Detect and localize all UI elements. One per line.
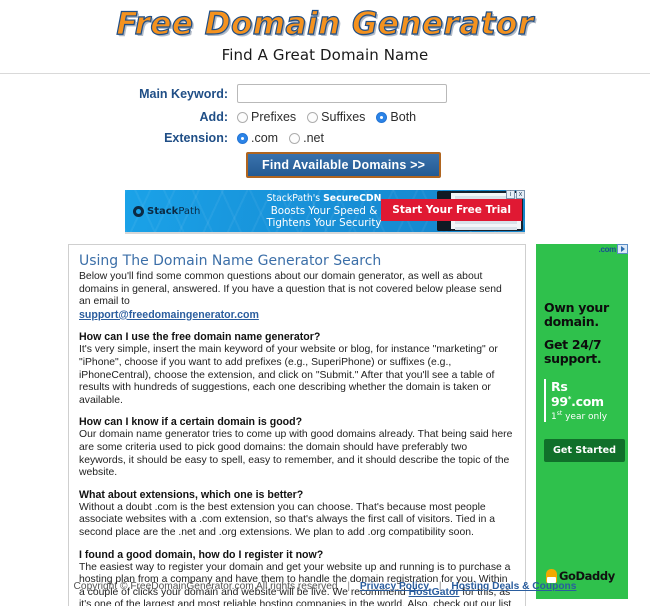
- banner-ad-line1-bold: SecureCDN: [323, 193, 382, 204]
- faq-question-1: How can I use the free domain name gener…: [79, 331, 321, 344]
- radio-option-both[interactable]: Both: [376, 110, 416, 124]
- radio-dot-prefixes-icon[interactable]: [237, 111, 248, 123]
- faq-question-3: What about extensions, which one is bett…: [79, 488, 304, 501]
- main-keyword-row: Main Keyword:: [0, 84, 650, 103]
- site-logo: Free Domain Generator: [116, 5, 534, 42]
- footer-sep-1: |: [347, 581, 351, 592]
- support-email-link[interactable]: support@freedomaingenerator.com: [79, 309, 259, 321]
- ad-info-icon[interactable]: i: [506, 190, 515, 199]
- extension-row: Extension: .com .net: [0, 131, 650, 145]
- domain-search-form: Main Keyword: Add: Prefixes Suffixes Bot…: [0, 74, 650, 178]
- page-root: Free Domain Generator Find A Great Domai…: [0, 0, 650, 606]
- banner-ad-wrap: i x StackPath StackPath's SecureCDN Boos…: [0, 190, 650, 234]
- sidebar-ad-price-box: Rs 99*.com 1st year only: [544, 379, 620, 422]
- sidebar-ad-price-note-rest: year only: [562, 412, 608, 422]
- footer-copyright: Copyright © FreeDomainGenerator.com All …: [73, 581, 338, 592]
- stackpath-brand-text: StackPath: [147, 206, 200, 217]
- adchoices-icon[interactable]: [617, 244, 628, 254]
- faq-question-2: How can I know if a certain domain is go…: [79, 416, 303, 429]
- site-tagline: Find A Great Domain Name: [221, 46, 429, 64]
- faq-intro: Below you'll find some common questions …: [79, 271, 515, 322]
- site-header: Free Domain Generator Find A Great Domai…: [0, 0, 650, 74]
- radio-dot-both-icon[interactable]: [376, 111, 388, 123]
- radio-option-suffixes[interactable]: Suffixes: [307, 110, 365, 124]
- device-bar-3: [455, 227, 517, 230]
- footer-privacy-policy-link[interactable]: Privacy Policy: [360, 581, 429, 592]
- radio-option-com[interactable]: .com: [237, 131, 278, 145]
- adchoices-control[interactable]: .com: [599, 244, 628, 254]
- radio-option-net[interactable]: .net: [289, 131, 324, 145]
- find-available-domains-button[interactable]: Find Available Domains >>: [246, 152, 442, 178]
- extension-field-wrap: .com .net: [237, 131, 650, 145]
- faq-panel: Using The Domain Name Generator Search B…: [68, 244, 526, 606]
- stackpath-mark-icon: [133, 205, 144, 217]
- radio-label-net: .net: [303, 131, 324, 145]
- main-content: Using The Domain Name Generator Search B…: [0, 244, 650, 606]
- ad-close-controls[interactable]: i x: [506, 190, 525, 199]
- sidebar-ad-headline-3: Get 24/7: [544, 337, 602, 352]
- radio-dot-net-icon[interactable]: [289, 132, 301, 144]
- sidebar-ad-body: Own your domain. Get 24/7 support. Rs 99…: [536, 244, 628, 422]
- sidebar-ad-price-note: 1st year only: [551, 410, 620, 422]
- submit-spacer: [0, 152, 237, 178]
- add-label: Add:: [199, 110, 228, 124]
- sidebar-ad-price: Rs 99*.com: [551, 379, 620, 409]
- sidebar-ad-headline-4: support.: [544, 351, 602, 366]
- get-started-button[interactable]: Get Started: [544, 439, 625, 462]
- ad-close-icon[interactable]: x: [516, 190, 525, 199]
- sidebar-ad-headline-2: domain.: [544, 314, 599, 329]
- radio-label-both: Both: [390, 110, 417, 124]
- faq-answer-3: Without a doubt .com is the best extensi…: [79, 501, 496, 538]
- stackpath-brand-light: Path: [178, 205, 201, 217]
- radio-option-prefixes[interactable]: Prefixes: [237, 110, 296, 124]
- banner-ad-line1-prefix: StackPath's: [266, 193, 324, 204]
- main-keyword-field-wrap: [237, 84, 650, 103]
- faq-question-4: I found a good domain, how do I register…: [79, 548, 324, 561]
- footer-sep-2: |: [438, 581, 442, 592]
- sidebar-ad-price-tld: .com: [571, 394, 604, 409]
- add-field-wrap: Prefixes Suffixes Both: [237, 110, 650, 124]
- site-footer: Copyright © FreeDomainGenerator.com All …: [0, 581, 650, 592]
- sidebar-ad-price-amount: Rs 99: [551, 379, 568, 409]
- radio-dot-com-icon[interactable]: [237, 132, 248, 144]
- banner-ad-cta-button[interactable]: Start Your Free Trial: [381, 199, 522, 221]
- stackpath-banner-ad[interactable]: i x StackPath StackPath's SecureCDN Boos…: [125, 190, 525, 234]
- submit-row: Find Available Domains >>: [0, 152, 650, 178]
- add-row: Add: Prefixes Suffixes Both: [0, 110, 650, 124]
- main-keyword-label: Main Keyword:: [139, 86, 228, 101]
- extension-radio-group: .com .net: [237, 131, 335, 145]
- main-keyword-input[interactable]: [237, 84, 447, 103]
- device-bar-2: [455, 221, 517, 224]
- faq-title: Using The Domain Name Generator Search: [79, 253, 382, 269]
- radio-label-com: .com: [251, 131, 279, 145]
- radio-label-suffixes: Suffixes: [321, 110, 366, 124]
- footer-hosting-deals-link[interactable]: Hosting Deals & Coupons: [451, 581, 576, 592]
- stackpath-brand-bold: Stack: [147, 205, 179, 217]
- faq-answer-1: It's very simple, insert the main keywor…: [79, 344, 498, 406]
- faq-intro-text: Below you'll find some common questions …: [79, 271, 502, 308]
- sidebar-ad-headline-1: Own your: [544, 300, 609, 315]
- extension-label: Extension:: [164, 131, 228, 145]
- radio-label-prefixes: Prefixes: [251, 110, 297, 124]
- faq-answer-2: Our domain name generator tries to come …: [79, 429, 513, 479]
- add-radio-group: Prefixes Suffixes Both: [237, 110, 427, 124]
- godaddy-sidebar-ad[interactable]: .com Own your domain. Get 24/7 support. …: [536, 244, 628, 599]
- adchoices-label: .com: [598, 244, 617, 254]
- radio-dot-suffixes-icon[interactable]: [307, 111, 319, 123]
